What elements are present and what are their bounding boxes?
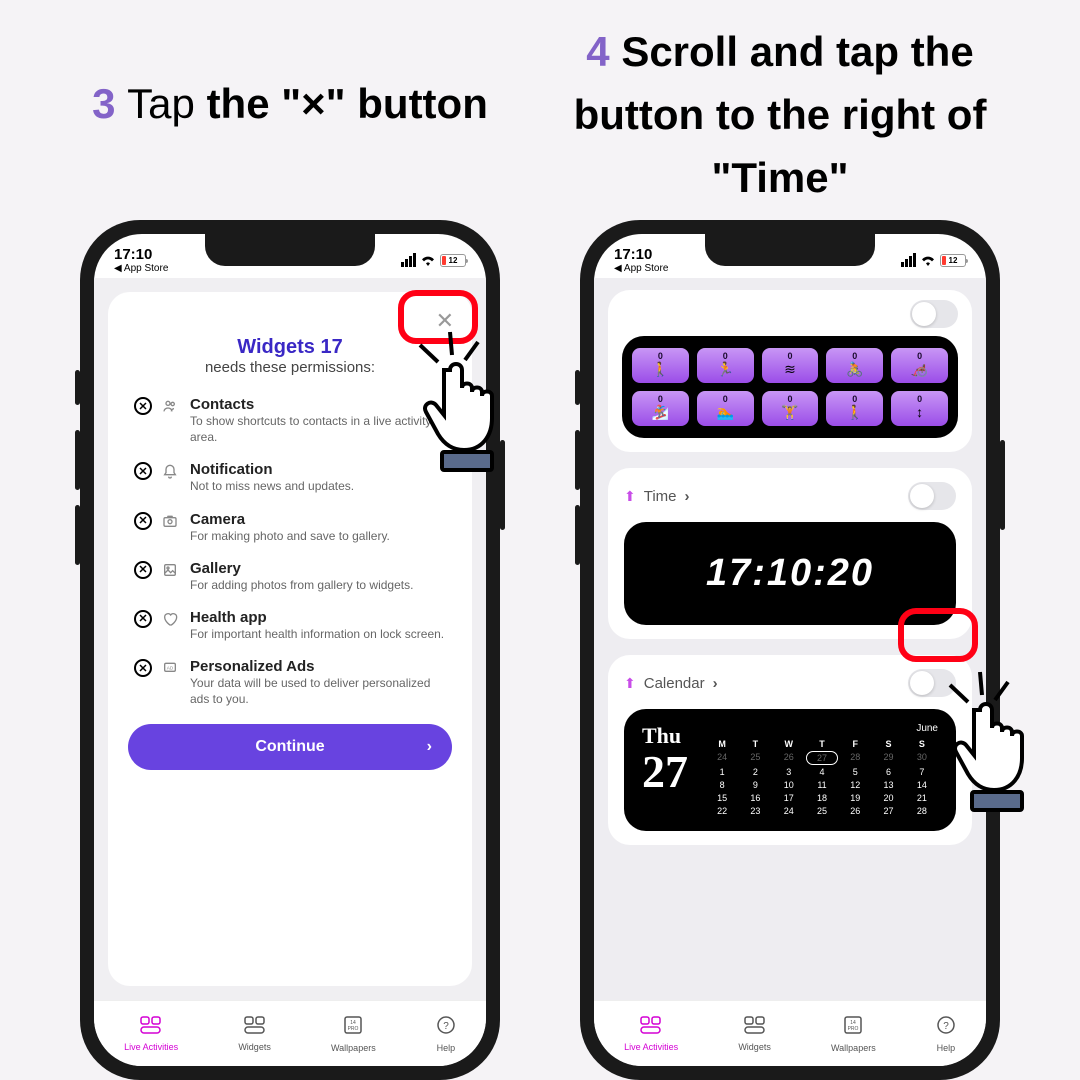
permission-row: ✕ Health appFor important health informa… <box>128 609 452 642</box>
signal-icon <box>401 253 416 267</box>
battery-icon: 12 <box>940 254 966 267</box>
activity-cell[interactable]: 0🦽 <box>891 348 948 383</box>
step-4-number: 4 <box>586 28 621 75</box>
activity-toggle[interactable] <box>910 300 958 328</box>
phone-mockup-right: 17:10 ◀ App Store 12 0🚶0🏃0≋0🚴0🦽0🏂0🏊0🏋0🚶0… <box>580 220 1000 1080</box>
svg-text:AD: AD <box>167 666 174 671</box>
permission-name: Camera <box>190 511 452 528</box>
svg-text:?: ? <box>443 1021 449 1032</box>
arrow-up-icon: ⬆ <box>624 675 636 692</box>
tab-live-activities[interactable]: Live Activities <box>124 1016 178 1052</box>
activity-cell[interactable]: 0🏂 <box>632 391 689 426</box>
activity-grid: 0🚶0🏃0≋0🚴0🦽0🏂0🏊0🏋0🚶0↕ <box>622 336 958 438</box>
tab-bar: Live Activities Widgets 14PROWallpapers ?He… <box>594 1000 986 1066</box>
activity-cell[interactable]: 0≋ <box>762 348 819 383</box>
calendar-section-header[interactable]: ⬆ Calendar › <box>624 675 718 692</box>
back-to-appstore[interactable]: ◀ App Store <box>114 263 168 274</box>
permission-type-icon <box>162 462 180 494</box>
activity-cell[interactable]: 0🏋 <box>762 391 819 426</box>
phone-mockup-left: 17:10 ◀ App Store 12 ✕ Widgets 17 needs … <box>80 220 500 1080</box>
svg-text:PRO: PRO <box>848 1026 859 1032</box>
status-time: 17:10 <box>114 246 168 263</box>
deny-icon: ✕ <box>134 397 152 415</box>
deny-icon: ✕ <box>134 659 152 677</box>
deny-icon: ✕ <box>134 610 152 628</box>
activity-cell[interactable]: 0🚶 <box>632 348 689 383</box>
permission-type-icon <box>162 561 180 593</box>
instruction-headings: 3 Tap the "×" button 4 Scroll and tap th… <box>0 20 1080 209</box>
permission-desc: For important health information on lock… <box>190 626 452 642</box>
permission-name: Personalized Ads <box>190 658 452 675</box>
signal-icon <box>901 253 916 267</box>
permission-row: ✕ AD Personalized AdsYour data will be u… <box>128 658 452 707</box>
phone-notch <box>205 234 375 266</box>
status-time: 17:10 <box>614 246 668 263</box>
highlight-time-toggle <box>898 608 978 662</box>
tap-hand-icon <box>930 660 1070 825</box>
deny-icon: ✕ <box>134 561 152 579</box>
step-3-heading: 3 Tap the "×" button <box>60 80 520 209</box>
permission-type-icon <box>162 397 180 445</box>
tab-widgets[interactable]: Widgets <box>738 1016 771 1052</box>
back-to-appstore[interactable]: ◀ App Store <box>614 263 668 274</box>
time-toggle[interactable] <box>908 482 956 510</box>
permission-type-icon <box>162 512 180 544</box>
activity-cell[interactable]: 0🏊 <box>697 391 754 426</box>
permission-type-icon <box>162 610 180 642</box>
permission-desc: For making photo and save to gallery. <box>190 528 452 544</box>
wifi-icon <box>420 252 436 268</box>
chevron-right-icon: › <box>713 675 718 692</box>
phone-notch <box>705 234 875 266</box>
permission-desc: Your data will be used to deliver person… <box>190 675 452 707</box>
permission-row: ✕ GalleryFor adding photos from gallery … <box>128 560 452 593</box>
activity-cell[interactable]: 0↕ <box>891 391 948 426</box>
chevron-right-icon: › <box>685 488 690 505</box>
activity-cell[interactable]: 0🏃 <box>697 348 754 383</box>
tap-hand-icon <box>400 320 540 485</box>
activity-cell[interactable]: 0🚶 <box>826 391 883 426</box>
permission-name: Health app <box>190 609 452 626</box>
svg-text:?: ? <box>943 1021 949 1032</box>
wifi-icon <box>920 252 936 268</box>
chevron-right-icon: › <box>427 738 432 756</box>
deny-icon: ✕ <box>134 512 152 530</box>
tab-help[interactable]: ?Help <box>436 1015 456 1053</box>
deny-icon: ✕ <box>134 462 152 480</box>
calendar-widget-card: ⬆ Calendar › Thu 27 June MTWT <box>608 655 972 845</box>
permission-name: Gallery <box>190 560 452 577</box>
permission-desc: For adding photos from gallery to widget… <box>190 577 452 593</box>
activity-widget-card: 0🚶0🏃0≋0🚴0🦽0🏂0🏊0🏋0🚶0↕ <box>608 290 972 452</box>
arrow-up-icon: ⬆ <box>624 488 636 505</box>
svg-text:PRO: PRO <box>348 1026 359 1032</box>
calendar-display: Thu 27 June MTWTFSS242526272829301234567… <box>624 709 956 831</box>
activity-cell[interactable]: 0🚴 <box>826 348 883 383</box>
tab-wallpapers[interactable]: 14PROWallpapers <box>331 1015 376 1053</box>
step-3-number: 3 <box>92 80 127 127</box>
permission-type-icon: AD <box>162 659 180 707</box>
tab-live-activities[interactable]: Live Activities <box>624 1016 678 1052</box>
tab-help[interactable]: ?Help <box>936 1015 956 1053</box>
step-4-heading: 4 Scroll and tap the button to the right… <box>540 20 1020 209</box>
permission-row: ✕ CameraFor making photo and save to gal… <box>128 511 452 544</box>
battery-icon: 12 <box>440 254 466 267</box>
continue-button[interactable]: Continue› <box>128 724 452 770</box>
time-section-header[interactable]: ⬆ Time › <box>624 488 690 505</box>
tab-wallpapers[interactable]: 14PROWallpapers <box>831 1015 876 1053</box>
tab-bar: Live Activities Widgets 14PROWallpapers ?He… <box>94 1000 486 1066</box>
tab-widgets[interactable]: Widgets <box>238 1016 271 1052</box>
